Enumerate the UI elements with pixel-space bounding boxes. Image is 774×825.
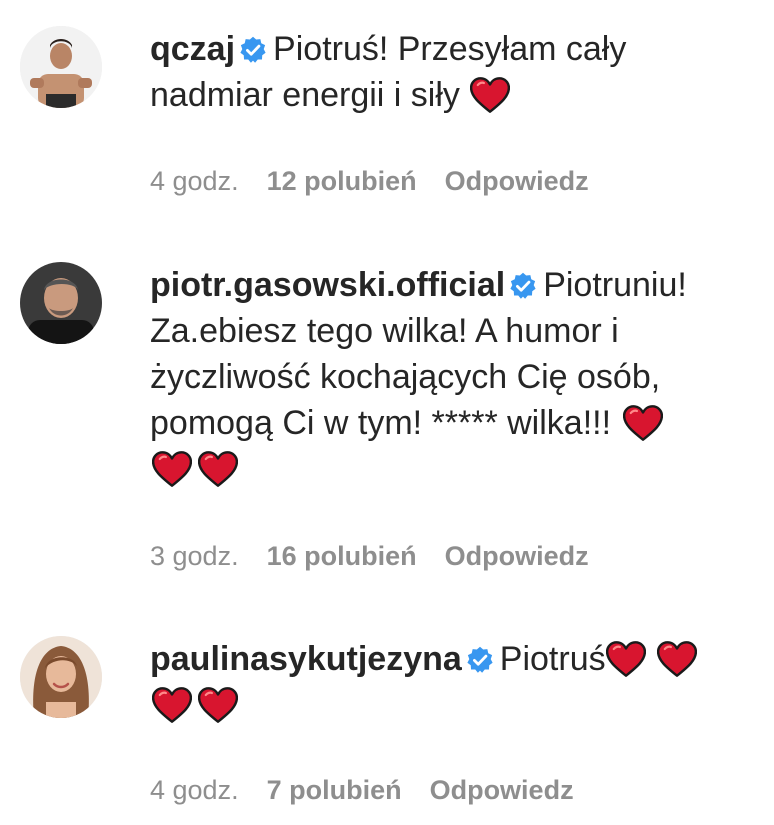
heart-emoji-icon bbox=[198, 687, 238, 723]
reply-button[interactable]: Odpowiedz bbox=[445, 166, 589, 196]
verified-badge-icon bbox=[466, 646, 494, 674]
comment-text-line: pomogą Ci w tym! ***** wilka!!! bbox=[150, 404, 612, 442]
username-link[interactable]: piotr.gasowski.official bbox=[150, 266, 505, 304]
comment-body: paulinasykutjezyna Piotruś bbox=[150, 636, 750, 728]
comment-meta: 3 godz. 16 polubień Odpowiedz bbox=[150, 539, 617, 573]
avatar[interactable] bbox=[20, 636, 102, 718]
verified-badge-icon bbox=[239, 36, 267, 64]
heart-emoji-icon bbox=[152, 687, 192, 723]
comment-text: Piotruś bbox=[499, 640, 606, 678]
likes-count[interactable]: 12 polubień bbox=[267, 166, 417, 196]
username-link[interactable]: paulinasykutjezyna bbox=[150, 640, 462, 678]
reply-button[interactable]: Odpowiedz bbox=[430, 775, 574, 805]
username-link[interactable]: qczaj bbox=[150, 30, 235, 68]
comment-meta: 4 godz. 12 polubień Odpowiedz bbox=[150, 164, 617, 198]
comment-time: 4 godz. bbox=[150, 775, 239, 805]
heart-emoji-icon bbox=[198, 451, 238, 487]
heart-emoji-icon bbox=[152, 451, 192, 487]
heart-emoji-icon bbox=[657, 641, 697, 677]
heart-emoji-icon bbox=[623, 405, 663, 441]
heart-emoji-icon bbox=[470, 77, 510, 113]
comment-time: 4 godz. bbox=[150, 166, 239, 196]
comment-text-line: Piotruniu! bbox=[543, 266, 687, 304]
comment-body: qczaj Piotruś! Przesyłam cały nadmiar ene… bbox=[150, 26, 750, 118]
likes-count[interactable]: 16 polubień bbox=[267, 541, 417, 571]
comment-time: 3 godz. bbox=[150, 541, 239, 571]
avatar[interactable] bbox=[20, 262, 102, 344]
comment-meta: 4 godz. 7 polubień Odpowiedz bbox=[150, 773, 602, 807]
reply-button[interactable]: Odpowiedz bbox=[445, 541, 589, 571]
verified-badge-icon bbox=[509, 272, 537, 300]
likes-count[interactable]: 7 polubień bbox=[267, 775, 402, 805]
comment-body: piotr.gasowski.official Piotruniu! Za.ebie… bbox=[150, 262, 750, 492]
comment-text-line: życzliwość kochających Cię osób, bbox=[150, 358, 661, 396]
heart-emoji-icon bbox=[606, 641, 646, 677]
avatar[interactable] bbox=[20, 26, 102, 108]
comment-text-line: Za.ebiesz tego wilka! A humor i bbox=[150, 312, 619, 350]
